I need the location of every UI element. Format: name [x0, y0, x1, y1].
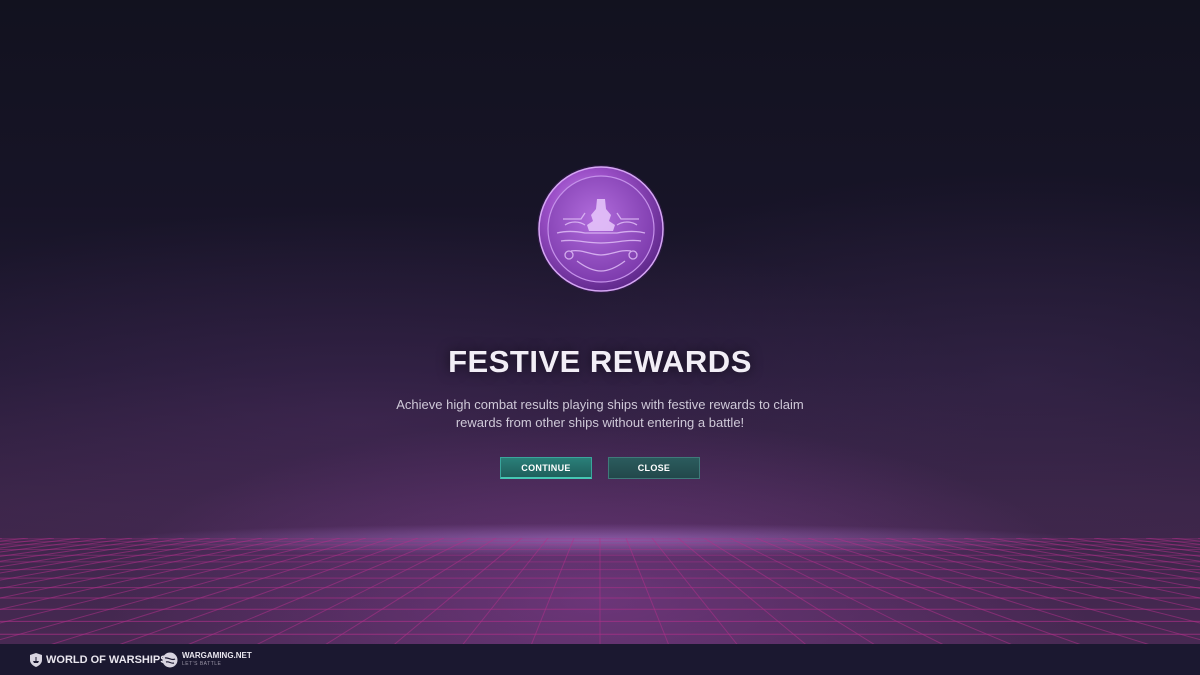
description-text: Achieve high combat results playing ship… [380, 396, 820, 432]
festive-reward-coin-icon [535, 163, 667, 295]
description-line: Achieve high combat results playing ship… [396, 397, 804, 412]
close-button[interactable]: CLOSE [608, 457, 700, 479]
continue-button[interactable]: CONTINUE [500, 457, 592, 479]
publisher-logo-text: WARGAMING.NET [182, 651, 252, 660]
festive-rewards-screen: FESTIVE REWARDS Achieve high combat resu… [0, 0, 1200, 675]
description-line: rewards from other ships without enterin… [455, 415, 745, 430]
game-logo-text: WORLD OF WARSHIPS [46, 654, 168, 666]
world-of-warships-logo: WORLD OF WARSHIPS [30, 652, 168, 668]
warships-shield-icon [30, 653, 42, 667]
publisher-tagline: LET'S BATTLE [182, 661, 222, 667]
page-title: FESTIVE REWARDS [448, 344, 752, 379]
wargaming-logo: WARGAMING.NET LET'S BATTLE [162, 651, 252, 669]
wargaming-globe-icon [162, 652, 178, 668]
footer-bar: WORLD OF WARSHIPS WARGAMING.NET LET'S BA… [0, 644, 1200, 675]
retro-grid-floor [0, 538, 1200, 648]
